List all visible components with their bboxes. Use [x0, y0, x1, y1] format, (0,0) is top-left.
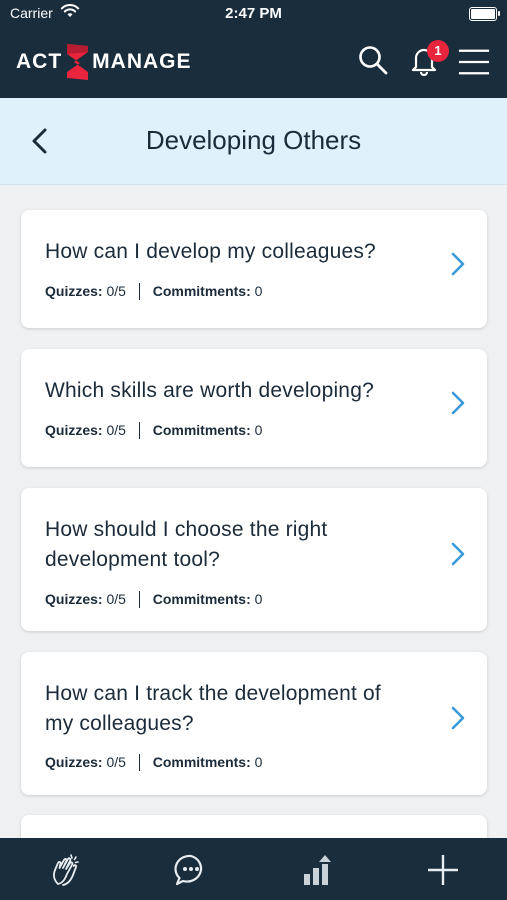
topic-title-line: How can I develop my colleagues?	[45, 240, 376, 263]
commitments-value: 0	[254, 422, 263, 438]
topic-title-line: How should I choose the right	[45, 518, 328, 541]
commitments-label: Commitments:	[152, 283, 251, 299]
chevron-right-icon	[451, 542, 465, 566]
page-title: Developing Others	[145, 125, 362, 155]
topic-title-line: development tool?	[45, 548, 221, 571]
quizzes-value: 0/5	[106, 591, 126, 607]
divider	[138, 754, 140, 771]
app-logo[interactable]: ACT MANAGE	[16, 42, 192, 82]
topic-stats: Quizzes: 0/5 Commitments: 0	[45, 422, 262, 439]
divider	[138, 422, 140, 439]
quizzes-label: Quizzes:	[45, 283, 103, 299]
logo-mark-icon	[67, 44, 89, 80]
commitments-label: Commitments:	[152, 422, 251, 438]
status-bar: Carrier 2:47 PM	[0, 0, 507, 28]
logo-text-right: MANAGE	[92, 50, 192, 73]
clock: 2:47 PM	[225, 5, 282, 22]
topic-card[interactable]: How can I track the development of my co…	[21, 652, 487, 795]
battery-icon	[469, 7, 500, 21]
topic-card[interactable]: How can I develop my colleagues? Quizzes…	[21, 210, 487, 328]
topic-stats: Quizzes: 0/5 Commitments: 0	[45, 754, 262, 771]
bar-chart-icon	[304, 855, 331, 885]
topic-stats: Quizzes: 0/5 Commitments: 0	[45, 591, 262, 608]
quizzes-value: 0/5	[106, 422, 126, 438]
commitments-value: 0	[254, 754, 263, 770]
topic-card[interactable]: How should I choose the right developmen…	[21, 488, 487, 631]
commitments-value: 0	[254, 283, 263, 299]
divider	[138, 283, 140, 300]
notification-badge: 1	[427, 40, 449, 62]
chevron-right-icon	[451, 706, 465, 730]
topic-title: How can I track the development of my co…	[45, 679, 381, 739]
topic-title: How should I choose the right developmen…	[45, 515, 327, 575]
quizzes-value: 0/5	[106, 283, 126, 299]
topic-title-line: How can I track the development of	[45, 682, 381, 705]
search-icon[interactable]	[357, 44, 389, 76]
divider	[138, 591, 140, 608]
quizzes-value: 0/5	[106, 754, 126, 770]
plus-icon	[428, 855, 458, 885]
chevron-right-icon	[451, 252, 465, 276]
nav-add[interactable]	[423, 850, 463, 890]
nav-chat[interactable]	[171, 850, 211, 890]
quizzes-label: Quizzes:	[45, 754, 103, 770]
commitments-label: Commitments:	[152, 591, 251, 607]
topic-card[interactable]: Which skills are worth developing? Quizz…	[21, 349, 487, 467]
nav-progress[interactable]	[297, 850, 337, 890]
menu-icon[interactable]	[458, 46, 490, 78]
topic-stats: Quizzes: 0/5 Commitments: 0	[45, 283, 262, 300]
bottom-nav	[0, 838, 507, 900]
logo-text-left: ACT	[16, 50, 63, 73]
topic-title-line: Which skills are worth developing?	[45, 379, 374, 402]
quizzes-label: Quizzes:	[45, 591, 103, 607]
chat-icon	[174, 854, 203, 886]
topic-title: Which skills are worth developing?	[45, 376, 374, 406]
chevron-right-icon	[451, 391, 465, 415]
app-header: Carrier 2:47 PM ACT MANAGE 1	[0, 0, 507, 98]
commitments-value: 0	[254, 591, 263, 607]
topic-title: How can I develop my colleagues?	[45, 237, 376, 267]
topic-title-line: my colleagues?	[45, 712, 194, 735]
commitments-label: Commitments:	[152, 754, 251, 770]
nav-clap[interactable]	[45, 850, 85, 890]
clapping-hands-icon	[53, 854, 79, 886]
quizzes-label: Quizzes:	[45, 422, 103, 438]
